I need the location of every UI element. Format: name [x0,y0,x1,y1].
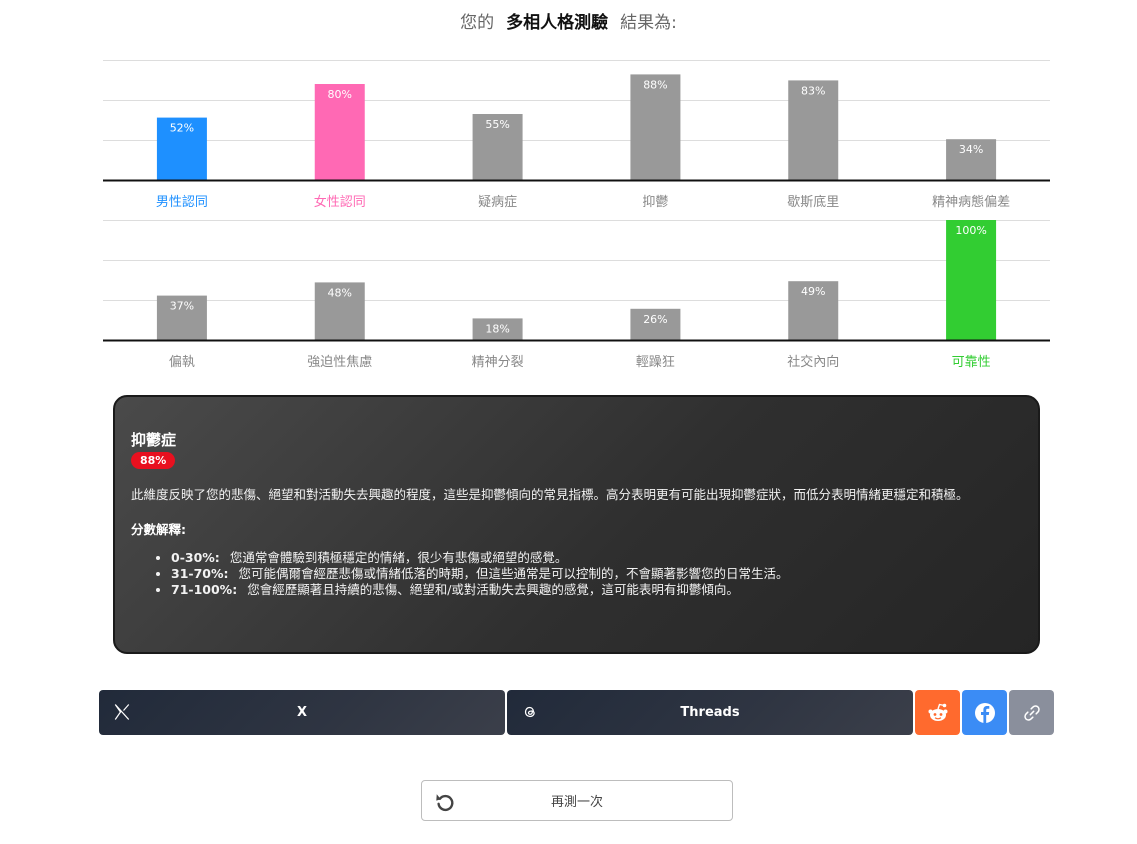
category-label: 抑鬱 [642,195,668,210]
x-logo-icon [114,704,130,720]
title-prefix: 您的 [460,13,495,33]
category-label: 歇斯底里 [787,194,839,210]
bar-value-label: 80% [328,88,352,101]
share-x-label: X [296,705,308,720]
bar-chart-2-svg: 37% 偏執 48% 強迫性焦慮 18% 精神分裂 26% 輕躁狂 49% 社交內向 100% 可靠性 [103,220,1050,370]
bar-value-label: 48% [328,286,352,299]
range-text: 您可能偶爾會經歷悲傷或情緒低落的時期，但這些通常是可以控制的，不會顯著影響您的日… [238,566,789,581]
bar-chart-1-svg: 52% 男性認同 80% 女性認同 55% 疑病症 88% 抑鬱 83% 歇斯底里 34% 精神病態偏… [103,60,1050,210]
category-label: 男性認同 [156,194,208,210]
bar-value-label: 100% [955,224,986,237]
category-label: 疑病症 [478,194,517,210]
title-suffix: 結果為: [620,13,677,33]
retake-test-label: 再測一次 [550,795,603,810]
score-badge: 88% [131,452,176,469]
bar [946,220,997,340]
range-label: 0-30%: [171,550,220,565]
category-label: 偏執 [169,354,195,370]
category-label: 可靠性 [952,355,991,370]
category-label: 女性認同 [314,194,366,210]
category-label: 社交內向 [787,354,839,370]
share-reddit-button[interactable] [915,690,960,735]
share-x-button[interactable]: X [99,690,505,735]
share-threads-label: Threads [680,705,740,720]
category-label: 精神病態偏差 [932,194,1010,210]
bar-chart-1: 52% 男性認同 80% 女性認同 55% 疑病症 88% 抑鬱 83% 歇斯底里 34% 精神病態偏… [103,60,1050,215]
retake-test-button[interactable]: 再測一次 [421,780,733,821]
range-label: 71-100%: [171,582,238,597]
reddit-logo-icon [928,703,947,721]
range-text: 您會經歷顯著且持續的悲傷、絕望和/或對活動失去興趣的感覺，這可能表明有抑鬱傾向。 [247,582,739,597]
test-name: 多相人格測驗 [506,13,609,33]
category-label: 精神分裂 [472,355,524,370]
range-label: 31-70%: [171,566,229,581]
bar-value-label: 34% [959,143,983,156]
page-title: 您的 多相人格測驗 結果為: [0,8,1137,33]
score-range-item: 31-70%: 您可能偶爾會經歷悲傷或情緒低落的時期，但這些通常是可以控制的，不會… [171,566,1022,582]
dimension-title: 抑鬱症 [131,431,177,449]
range-text: 您通常會體驗到積極穩定的情緒，很少有悲傷或絕望的感覺。 [229,550,568,565]
score-range-list: 0-30%: 您通常會體驗到積極穩定的情緒，很少有悲傷或絕望的感覺。 31-70%… [131,550,1022,598]
score-range-item: 71-100%: 您會經歷顯著且持續的悲傷、絕望和/或對活動失去興趣的感覺，這可能… [171,582,1022,598]
dimension-description: 此維度反映了您的悲傷、絕望和對活動失去興趣的程度，這些是抑鬱傾向的常見指標。高分… [131,487,969,502]
bar-value-label: 37% [170,300,194,313]
bar-value-label: 83% [801,84,825,97]
score-range-item: 0-30%: 您通常會體驗到積極穩定的情緒，很少有悲傷或絕望的感覺。 [171,550,1022,566]
bar-chart-2: 37% 偏執 48% 強迫性焦慮 18% 精神分裂 26% 輕躁狂 49% 社交內向 100% 可靠性 [103,220,1050,375]
copy-link-button[interactable] [1009,690,1054,735]
restart-icon [436,794,454,812]
share-threads-button[interactable]: Threads [507,690,913,735]
bar-value-label: 26% [643,313,667,326]
bar-value-label: 18% [485,322,509,335]
category-label: 強迫性焦慮 [307,355,372,370]
category-label: 輕躁狂 [636,355,675,370]
bar-value-label: 49% [801,285,825,298]
bar-value-label: 52% [170,122,194,135]
bar-value-label: 88% [643,78,667,91]
facebook-logo-icon [974,702,995,723]
share-facebook-button[interactable] [962,690,1007,735]
bar-value-label: 55% [485,118,509,131]
dimension-detail-card: 抑鬱症 88% 此維度反映了您的悲傷、絕望和對活動失去興趣的程度，這些是抑鬱傾向… [113,395,1040,654]
interpretation-heading: 分數解釋: [131,522,186,537]
threads-logo-icon [524,706,535,718]
link-icon [1023,704,1040,721]
